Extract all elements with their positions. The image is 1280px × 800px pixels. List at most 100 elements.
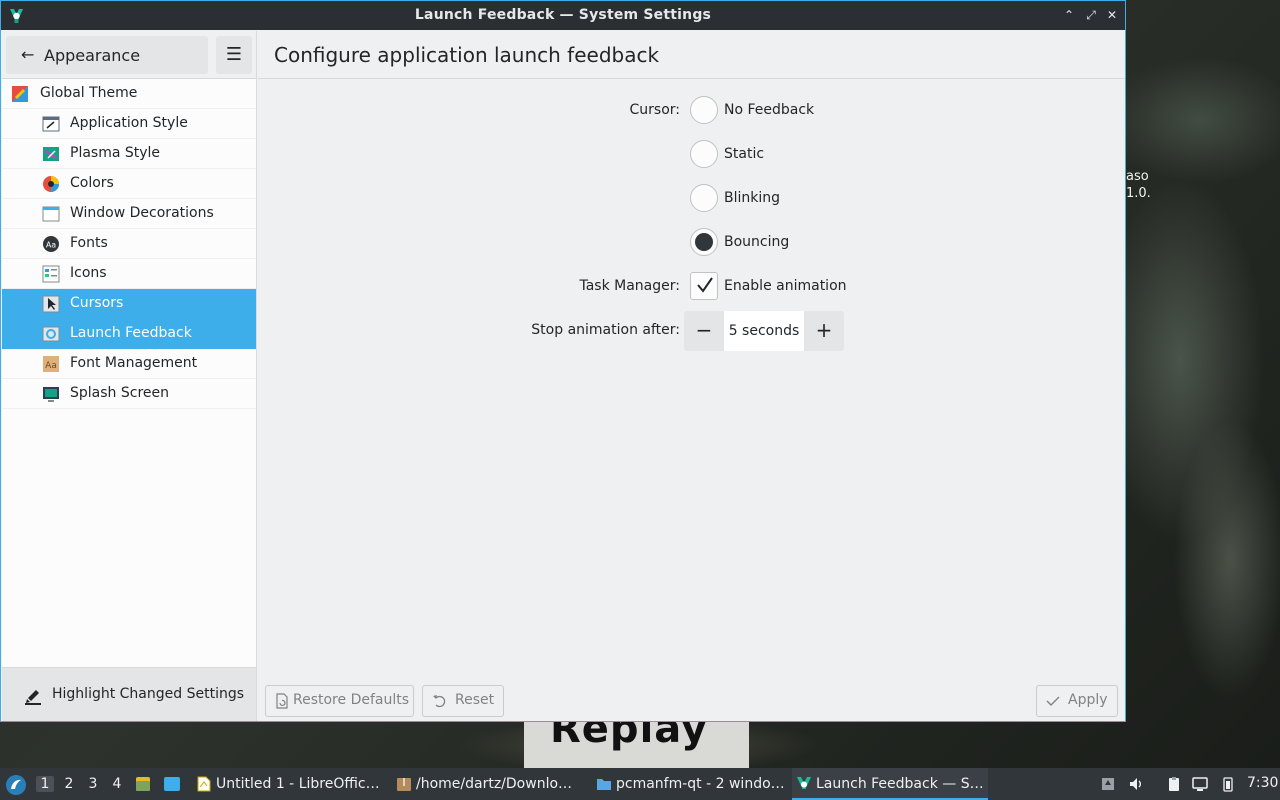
sidebar-item-cursors[interactable]: Cursors xyxy=(2,289,256,319)
sidebar-item-font-management[interactable]: Aa Font Management xyxy=(2,349,256,379)
sidebar-item-label: Plasma Style xyxy=(70,145,161,161)
sidebar-item-plasma-style[interactable]: Plasma Style xyxy=(2,139,256,169)
updates-icon[interactable] xyxy=(1100,776,1116,792)
sidebar-item-application-style[interactable]: Application Style xyxy=(2,109,256,139)
highlight-changed-settings-button[interactable]: Highlight Changed Settings xyxy=(12,676,248,714)
main-panel: Configure application launch feedback Cu… xyxy=(258,31,1125,721)
sidebar-list: Global Theme Application Style Plasma Styl… xyxy=(2,79,256,409)
plasma-style-icon xyxy=(43,147,59,161)
back-label: Appearance xyxy=(44,46,141,65)
undo-icon xyxy=(433,695,446,708)
window-title: Launch Feedback — System Settings xyxy=(414,7,712,23)
decrement-button[interactable]: − xyxy=(684,311,724,351)
restore-defaults-label: Restore Defaults xyxy=(293,692,410,708)
sidebar-footer: Highlight Changed Settings xyxy=(2,667,256,721)
maximize-button[interactable]: ⤢ xyxy=(1081,5,1101,25)
file-manager-icon[interactable] xyxy=(134,775,152,793)
task-system-settings[interactable]: Launch Feedback — S… xyxy=(792,768,988,800)
desktop-text: aso 1.0. xyxy=(1126,168,1151,202)
stop-animation-spinbox[interactable]: − 5 seconds + xyxy=(684,311,844,351)
start-menu-icon[interactable] xyxy=(5,774,27,796)
svg-text:Aa: Aa xyxy=(45,361,57,371)
reset-button[interactable]: Reset xyxy=(422,685,504,717)
desktop-1-button[interactable]: 1 xyxy=(36,776,54,792)
splash-screen-icon xyxy=(43,387,59,402)
checkmark-icon xyxy=(1046,696,1060,706)
sidebar-item-label: Window Decorations xyxy=(70,205,214,221)
sidebar-item-global-theme[interactable]: Global Theme xyxy=(2,79,256,109)
sidebar-item-label: Icons xyxy=(70,265,107,281)
minimize-button[interactable]: ⌃ xyxy=(1059,5,1079,25)
sidebar-item-label: Splash Screen xyxy=(70,385,169,401)
hamburger-menu-icon: ☰ xyxy=(225,44,243,65)
radio-static[interactable] xyxy=(690,140,718,168)
task-libreoffice[interactable]: Untitled 1 - LibreOffic… xyxy=(192,768,388,800)
task-label: Untitled 1 - LibreOffic… xyxy=(216,776,380,792)
highlight-changed-settings-label: Highlight Changed Settings xyxy=(52,686,245,702)
reset-label: Reset xyxy=(455,692,495,708)
radio-blinking-label[interactable]: Blinking xyxy=(724,190,780,206)
application-style-icon xyxy=(42,116,60,132)
back-button[interactable]: ← Appearance xyxy=(6,36,208,74)
sidebar-item-icons[interactable]: Icons xyxy=(2,259,256,289)
radio-no-feedback-label[interactable]: No Feedback xyxy=(724,102,814,118)
arrow-left-icon: ← xyxy=(21,45,35,64)
sidebar-item-label: Application Style xyxy=(70,115,188,131)
taskbar: 1 2 3 4 Untitled 1 - LibreOffic… /home/d… xyxy=(0,768,1280,800)
radio-no-feedback[interactable] xyxy=(690,96,718,124)
task-archive[interactable]: /home/dartz/Downlo… xyxy=(392,768,588,800)
replay-sign: Replay xyxy=(524,720,749,768)
sidebar-item-colors[interactable]: Colors xyxy=(2,169,256,199)
radio-bouncing-label[interactable]: Bouncing xyxy=(724,234,789,250)
task-label: Launch Feedback — S… xyxy=(816,776,984,792)
apply-label: Apply xyxy=(1068,692,1108,708)
desktop-text-line: 1.0. xyxy=(1126,186,1151,201)
document-revert-icon xyxy=(276,693,288,709)
increment-button[interactable]: + xyxy=(804,311,844,351)
titlebar[interactable]: Launch Feedback — System Settings ⌃ ⤢ ✕ xyxy=(1,1,1125,30)
sidebar-item-label: Font Management xyxy=(70,355,198,371)
sidebar: ← Appearance ☰ Global Theme Application S… xyxy=(2,31,257,721)
global-theme-icon xyxy=(12,86,28,102)
header-divider xyxy=(258,78,1125,79)
show-desktop-icon[interactable] xyxy=(163,775,181,793)
cursor-label: Cursor: xyxy=(629,102,681,118)
desktop-text-line: aso xyxy=(1126,169,1149,184)
clipboard-icon[interactable] xyxy=(1166,776,1182,792)
enable-animation-checkbox[interactable] xyxy=(690,272,718,300)
desktop-4-button[interactable]: 4 xyxy=(108,776,126,792)
clock[interactable]: 7:30 xyxy=(1247,775,1278,791)
libreoffice-icon xyxy=(197,776,211,792)
folder-icon xyxy=(597,779,611,790)
task-manager-label: Task Manager: xyxy=(579,278,680,294)
sidebar-item-fonts[interactable]: Aa Fonts xyxy=(2,229,256,259)
stop-animation-value[interactable]: 5 seconds xyxy=(724,311,804,351)
sidebar-item-window-decorations[interactable]: Window Decorations xyxy=(2,199,256,229)
desktop-2-button[interactable]: 2 xyxy=(60,776,78,792)
system-settings-icon xyxy=(797,777,811,789)
cursors-icon xyxy=(42,295,60,313)
fonts-icon: Aa xyxy=(43,236,59,252)
sidebar-item-splash-screen[interactable]: Splash Screen xyxy=(2,379,256,409)
sidebar-item-label: Colors xyxy=(70,175,114,191)
radio-bouncing[interactable] xyxy=(690,228,718,256)
screen-icon[interactable] xyxy=(1192,776,1208,792)
archive-icon xyxy=(397,778,411,791)
sidebar-item-launch-feedback[interactable]: Launch Feedback xyxy=(2,319,256,349)
task-pcmanfm[interactable]: pcmanfm-qt - 2 windo… xyxy=(592,768,788,800)
font-management-icon: Aa xyxy=(43,356,59,372)
battery-icon[interactable] xyxy=(1220,776,1236,792)
window-decorations-icon xyxy=(42,206,60,222)
volume-icon[interactable] xyxy=(1128,776,1144,792)
close-button[interactable]: ✕ xyxy=(1102,5,1122,25)
enable-animation-label[interactable]: Enable animation xyxy=(724,278,847,294)
restore-defaults-button[interactable]: Restore Defaults xyxy=(265,685,414,717)
checkmark-icon xyxy=(697,277,713,293)
page-title: Configure application launch feedback xyxy=(274,43,660,67)
desktop-3-button[interactable]: 3 xyxy=(84,776,102,792)
hamburger-menu-button[interactable]: ☰ xyxy=(216,36,252,74)
radio-static-label[interactable]: Static xyxy=(724,146,764,162)
highlighter-icon xyxy=(25,690,41,705)
apply-button[interactable]: Apply xyxy=(1036,685,1118,717)
radio-blinking[interactable] xyxy=(690,184,718,212)
